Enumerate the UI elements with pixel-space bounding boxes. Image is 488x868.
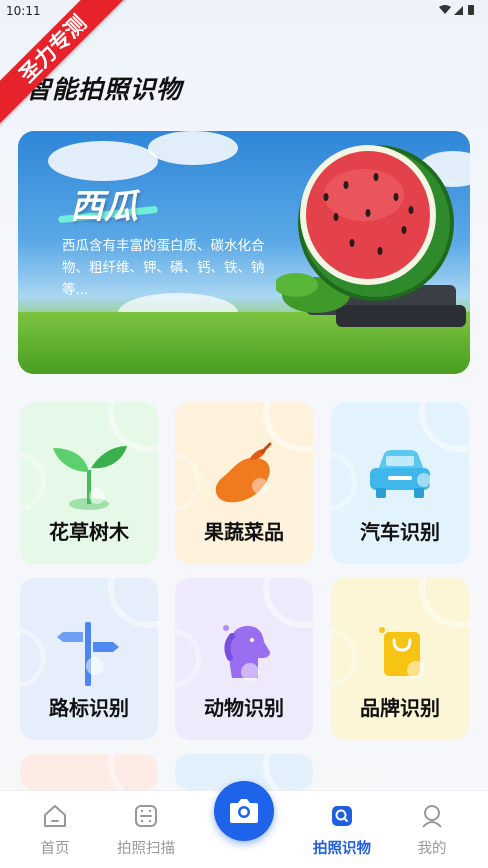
status-icons: [438, 4, 478, 19]
cloud-decoration: [48, 141, 158, 181]
nav-identify[interactable]: 拍照识物: [302, 803, 382, 858]
category-label: 花草树木: [49, 520, 129, 544]
page-title: 智能拍照识物: [26, 75, 183, 104]
search-photo-icon: [332, 806, 352, 826]
category-card-signs[interactable]: 路标识别: [20, 578, 158, 740]
card-decoration: [331, 452, 357, 512]
signpost-icon: [57, 622, 119, 686]
category-card-cars[interactable]: 汽车识别: [331, 402, 469, 564]
bottom-navigation: 首页 拍照扫描 拍照识物 我的: [0, 781, 488, 868]
shopping-bag-icon: [379, 627, 425, 679]
home-icon: [44, 805, 66, 827]
category-card-animals[interactable]: 动物识别: [175, 578, 313, 740]
banner-description: 西瓜含有丰富的蛋白质、碳水化合物、粗纤维、钾、磷、钙、铁、钠等...: [62, 238, 265, 298]
nav-label: 拍照识物: [313, 841, 371, 857]
cloud-decoration: [148, 131, 238, 165]
camera-button[interactable]: [214, 781, 274, 841]
nav-label: 拍照扫描: [117, 841, 175, 857]
nav-label: 首页: [40, 841, 70, 857]
nav-profile[interactable]: 我的: [392, 803, 472, 858]
card-decoration: [20, 452, 46, 512]
category-card-produce[interactable]: 果蔬菜品: [175, 402, 313, 564]
category-label: 品牌识别: [360, 696, 440, 720]
category-card-plants[interactable]: 花草树木: [20, 402, 158, 564]
sprout-icon: [53, 446, 127, 510]
card-decoration: [108, 754, 158, 790]
eggplant-icon: [215, 442, 272, 503]
dog-icon: [223, 625, 270, 681]
nav-scan[interactable]: 拍照扫描: [106, 803, 186, 858]
category-label: 汽车识别: [360, 520, 440, 544]
banner-title: 西瓜: [70, 187, 138, 227]
card-decoration: [20, 628, 46, 688]
category-card-partial[interactable]: [20, 754, 158, 790]
card-decoration: [175, 628, 201, 688]
status-time: 10:11: [6, 4, 41, 18]
nav-label: 我的: [417, 841, 447, 857]
category-label: 路标识别: [49, 696, 129, 720]
category-label: 动物识别: [204, 696, 284, 720]
profile-icon: [422, 805, 442, 828]
card-decoration: [175, 452, 201, 512]
featured-banner[interactable]: 西瓜 西瓜含有丰富的蛋白质、碳水化合物、粗纤维、钾、磷、钙、铁、钠等...: [18, 131, 470, 374]
watermelon-icon: [276, 145, 466, 327]
nav-home[interactable]: 首页: [15, 803, 95, 858]
car-icon: [370, 450, 431, 498]
category-card-brands[interactable]: 品牌识别: [331, 578, 469, 740]
category-label: 果蔬菜品: [204, 520, 284, 544]
card-decoration: [331, 628, 357, 688]
camera-icon: [230, 799, 258, 823]
scan-icon: [135, 805, 157, 827]
wifi-signal-battery-icon: [439, 5, 474, 15]
